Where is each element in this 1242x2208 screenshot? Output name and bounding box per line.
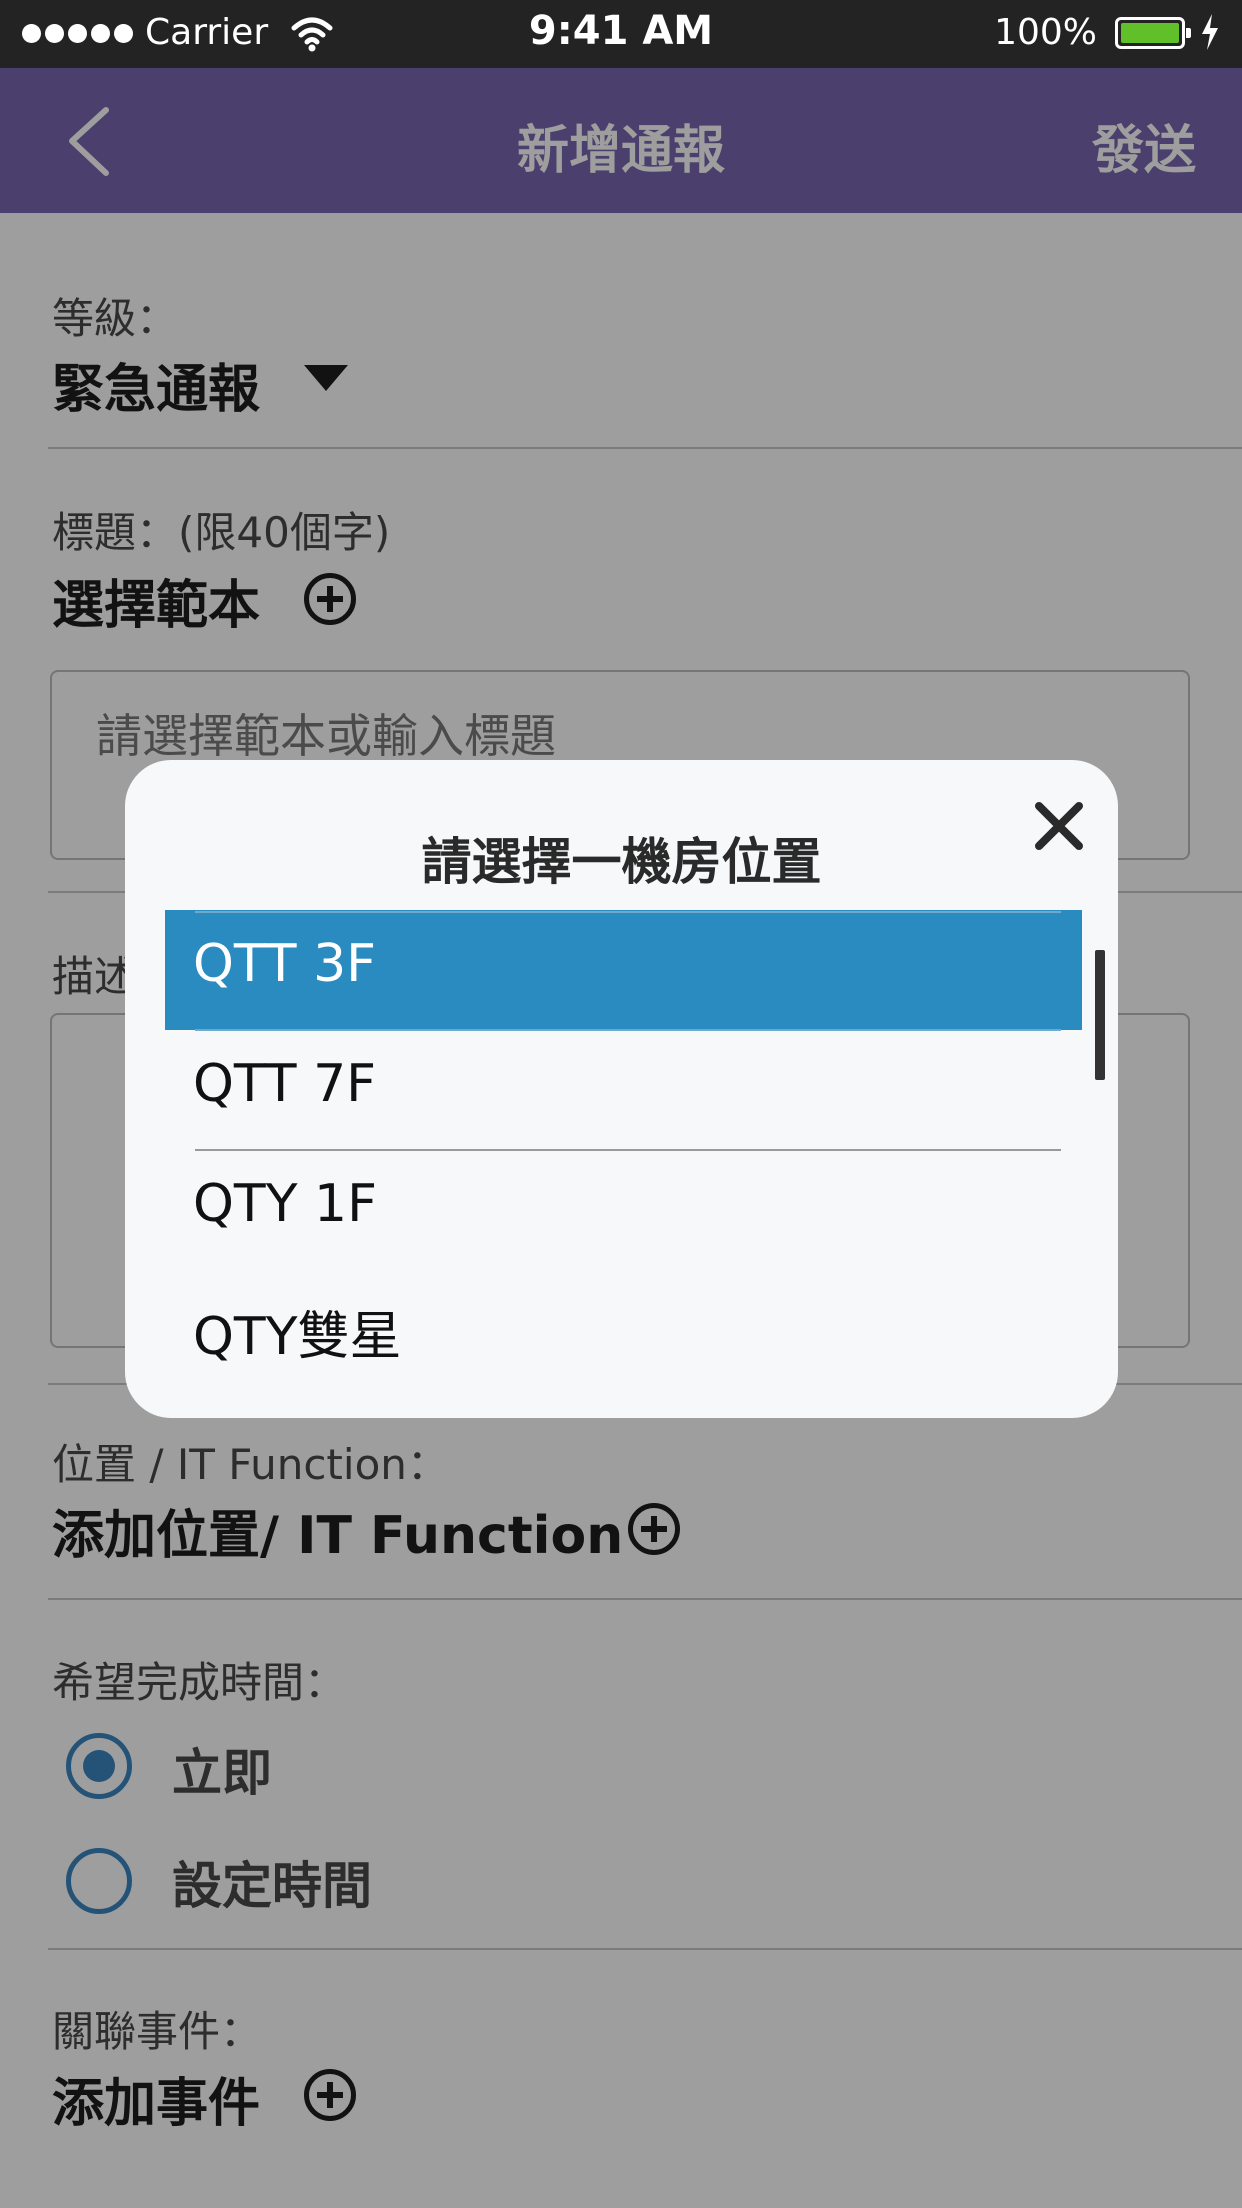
charging-icon <box>1202 14 1218 50</box>
location-option[interactable]: QTT 3F <box>165 910 1082 1030</box>
location-option[interactable]: QTT 7F <box>165 1030 1082 1150</box>
location-option-label: QTY雙星 <box>193 1307 402 1367</box>
location-option[interactable]: QTY 1F <box>165 1150 1082 1270</box>
location-picker-modal: 請選擇一機房位置 QTT 3F QTT 7F QTY 1F QTY雙星 <box>125 760 1118 1418</box>
location-option-label: QTY 1F <box>193 1174 377 1234</box>
modal-title: 請選擇一機房位置 <box>421 833 822 891</box>
close-icon[interactable] <box>1031 798 1087 854</box>
location-option[interactable]: QTY雙星 <box>165 1270 1082 1390</box>
location-option-label: QTT 7F <box>193 1054 377 1114</box>
separator <box>195 911 1061 913</box>
scrollbar[interactable] <box>1095 950 1105 1080</box>
status-bar: Carrier 9:41 AM 100% <box>0 0 1242 68</box>
location-option-label: QTT 3F <box>193 934 377 994</box>
battery-icon <box>1115 17 1191 49</box>
battery-percent: 100% <box>994 12 1097 53</box>
